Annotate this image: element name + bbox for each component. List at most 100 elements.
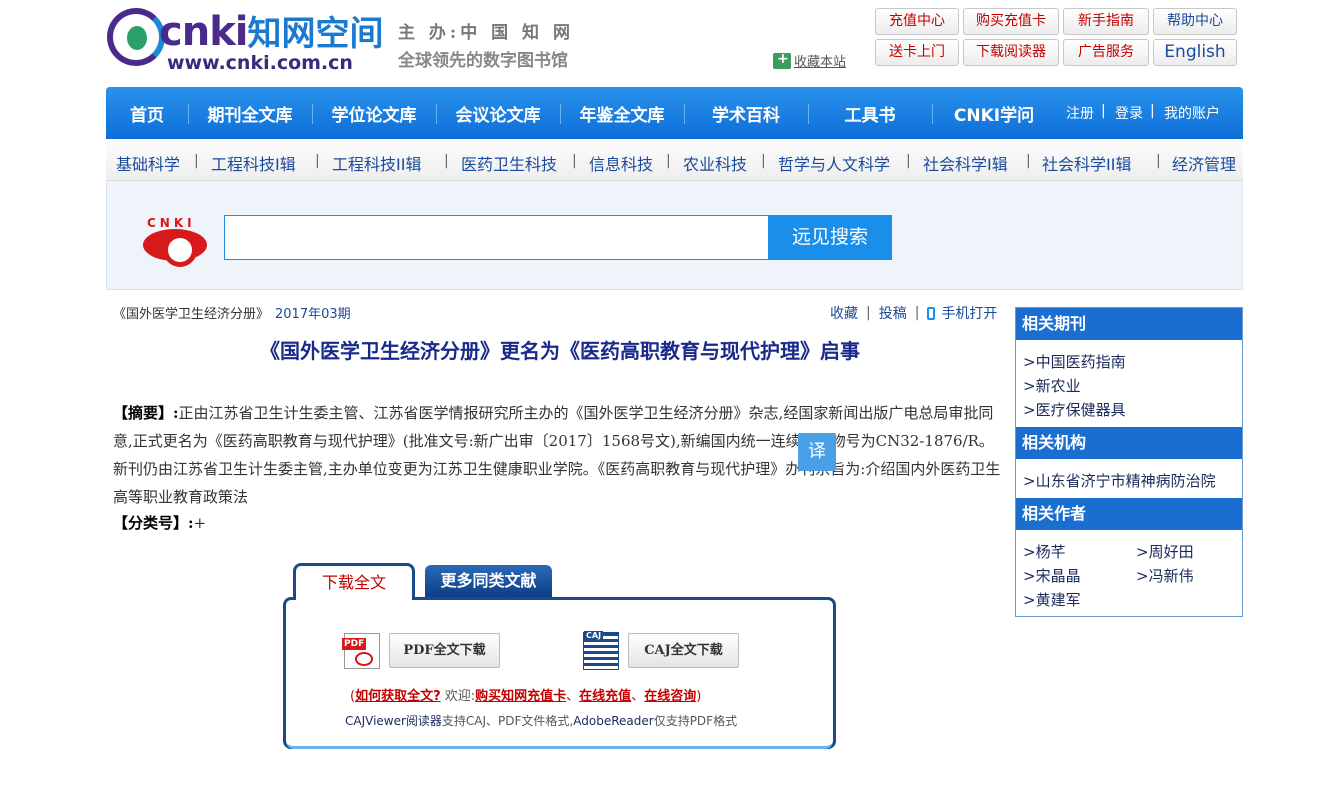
pdf-download-button[interactable]: PDF全文下载 bbox=[389, 633, 500, 668]
phone-icon bbox=[927, 306, 936, 320]
reader-info: CAJViewer阅读器支持CAJ、PDF文件格式,AdobeReader仅支持… bbox=[345, 712, 737, 729]
related-author-item[interactable]: >宋晶晶 bbox=[1023, 565, 1081, 586]
subnav-divider: | bbox=[315, 153, 320, 169]
caj-icon bbox=[583, 631, 619, 670]
subnav-item-humanities[interactable]: 哲学与人文科学 bbox=[778, 151, 890, 175]
abstract: 【摘要】:正由江苏省卫生计生委主管、江苏省医学情报研究所主办的《国外医学卫生经济… bbox=[113, 399, 1001, 511]
nav-item-journals[interactable]: 期刊全文库 bbox=[188, 87, 312, 139]
article-actions: 收藏 | 投稿 | 手机打开 bbox=[830, 303, 997, 323]
related-authors-header: 相关作者 bbox=[1016, 498, 1242, 530]
favorite-site-link[interactable]: 收藏本站 bbox=[773, 51, 846, 70]
buy-card-link[interactable]: 购买知网充值卡 bbox=[475, 689, 566, 704]
page: cnki知网空间 www.cnki.com.cn 主 办:中 国 知 网 全球领… bbox=[0, 0, 1323, 792]
translate-button[interactable]: 译 bbox=[798, 433, 836, 471]
submit-link[interactable]: 投稿 bbox=[879, 303, 907, 323]
journal-link[interactable]: 《国外医学卫生经济分册》 bbox=[113, 307, 269, 322]
related-sidebar: 相关期刊 >中国医药指南 >新农业 >医疗保健器具 相关机构 >山东省济宁市精神… bbox=[1015, 307, 1243, 617]
nav-item-cnki-xuewen[interactable]: CNKI学问 bbox=[932, 87, 1056, 139]
my-account-link[interactable]: 我的账户 bbox=[1164, 103, 1220, 123]
subnav-item-economics[interactable]: 经济管理 bbox=[1172, 151, 1236, 175]
online-consult-link[interactable]: 在线咨询 bbox=[644, 689, 696, 704]
cajviewer-link[interactable]: CAJViewer阅读器 bbox=[345, 714, 442, 728]
logo-brand: cnki知网空间 bbox=[159, 6, 384, 55]
subnav-item-social-1[interactable]: 社会科学I辑 bbox=[923, 151, 1008, 175]
subnav-divider: | bbox=[444, 153, 449, 169]
nav-account-divider: | bbox=[1150, 103, 1155, 119]
sep-1: 、 bbox=[566, 689, 580, 704]
globe-icon bbox=[107, 8, 165, 66]
breadcrumb: 《国外医学卫生经济分册》 2017年03期 bbox=[113, 303, 351, 322]
slogan-text: 全球领先的数字图书馆 bbox=[398, 51, 568, 71]
eye-logo-text: CNKI bbox=[147, 216, 196, 230]
related-author-item[interactable]: >冯新伟 bbox=[1136, 565, 1194, 586]
caj-download-button[interactable]: CAJ全文下载 bbox=[628, 633, 739, 668]
nav-account-divider: | bbox=[1101, 103, 1106, 119]
related-journals-header: 相关期刊 bbox=[1016, 308, 1242, 340]
sep-2: 、 bbox=[631, 689, 645, 704]
tab-more-similar[interactable]: 更多同类文献 bbox=[425, 565, 552, 597]
fulltext-help: (如何获取全文? 欢迎:购买知网充值卡、在线充值、在线咨询) bbox=[350, 685, 701, 704]
logo-brand-latin: cnki bbox=[159, 9, 248, 55]
abstract-text: 正由江苏省卫生计生委主管、江苏省医学情报研究所主办的《国外医学卫生经济分册》杂志… bbox=[113, 404, 1001, 506]
welcome-text: 欢迎: bbox=[440, 689, 476, 704]
article-title: 《国外医学卫生经济分册》更名为《医药高职教育与现代护理》启事 bbox=[260, 339, 860, 363]
category-subnav: 基础科学 | 工程科技I辑 | 工程科技II辑 | 医药卫生科技 | 信息科技 … bbox=[106, 139, 1243, 181]
related-journal-item[interactable]: >中国医药指南 bbox=[1023, 351, 1126, 372]
subnav-item-agriculture[interactable]: 农业科技 bbox=[683, 151, 747, 175]
cnki-eye-icon: CNKI bbox=[140, 216, 210, 267]
download-reader-button[interactable]: 下载阅读器 bbox=[963, 39, 1059, 66]
related-author-item[interactable]: >黄建军 bbox=[1023, 589, 1081, 610]
nav-item-reference-books[interactable]: 工具书 bbox=[808, 87, 932, 139]
eye-lens bbox=[143, 229, 207, 267]
subnav-divider: | bbox=[572, 153, 577, 169]
cnki-logo[interactable]: cnki知网空间 www.cnki.com.cn bbox=[107, 6, 387, 74]
subnav-item-engineering-1[interactable]: 工程科技I辑 bbox=[211, 151, 296, 175]
tab-download-fulltext[interactable]: 下载全文 bbox=[293, 563, 415, 600]
register-link[interactable]: 注册 bbox=[1066, 103, 1094, 123]
subnav-divider: | bbox=[761, 153, 766, 169]
related-author-item[interactable]: >杨芊 bbox=[1023, 541, 1066, 562]
bookmark-icon bbox=[773, 51, 791, 69]
pdf-icon bbox=[342, 633, 380, 669]
card-delivery-button[interactable]: 送卡上门 bbox=[875, 39, 959, 66]
issue-link[interactable]: 2017年03期 bbox=[275, 307, 351, 322]
search-button[interactable]: 远见搜索 bbox=[768, 215, 892, 260]
subnav-item-social-2[interactable]: 社会科学II辑 bbox=[1042, 151, 1131, 175]
related-org-item[interactable]: >山东省济宁市精神病防治院 bbox=[1023, 470, 1216, 491]
paren-close: ) bbox=[696, 689, 702, 704]
english-button[interactable]: English bbox=[1153, 39, 1237, 66]
top-button-group: 充值中心 购买充值卡 新手指南 帮助中心 送卡上门 下载阅读器 广告服务 Eng… bbox=[875, 8, 1237, 66]
subnav-item-basic-science[interactable]: 基础科学 bbox=[116, 151, 180, 175]
adobereader-link[interactable]: AdobeReader bbox=[573, 714, 653, 728]
nav-item-theses[interactable]: 学位论文库 bbox=[312, 87, 436, 139]
subnav-divider: | bbox=[1026, 153, 1031, 169]
nav-item-conferences[interactable]: 会议论文库 bbox=[436, 87, 560, 139]
classification-label: 【分类号】: bbox=[113, 514, 194, 532]
online-recharge-link[interactable]: 在线充值 bbox=[579, 689, 631, 704]
nav-item-home[interactable]: 首页 bbox=[106, 87, 188, 139]
collect-link[interactable]: 收藏 bbox=[830, 303, 858, 323]
subnav-divider: | bbox=[666, 153, 671, 169]
action-divider: | bbox=[866, 305, 871, 321]
reader-info-mid: 支持CAJ、PDF文件格式, bbox=[441, 714, 574, 728]
classification: 【分类号】:+ bbox=[113, 512, 206, 533]
how-to-get-link[interactable]: 如何获取全文? bbox=[355, 689, 441, 704]
related-journal-item[interactable]: >新农业 bbox=[1023, 375, 1081, 396]
ad-service-button[interactable]: 广告服务 bbox=[1063, 39, 1149, 66]
search-input[interactable] bbox=[224, 215, 770, 260]
related-author-item[interactable]: >周好田 bbox=[1136, 541, 1194, 562]
login-link[interactable]: 登录 bbox=[1115, 103, 1143, 123]
logo-brand-cn: 知网空间 bbox=[247, 14, 384, 54]
subnav-item-medicine[interactable]: 医药卫生科技 bbox=[461, 151, 557, 175]
help-center-button[interactable]: 帮助中心 bbox=[1153, 8, 1237, 35]
nav-item-yearbooks[interactable]: 年鉴全文库 bbox=[560, 87, 684, 139]
beginner-guide-button[interactable]: 新手指南 bbox=[1063, 8, 1149, 35]
buy-card-button[interactable]: 购买充值卡 bbox=[963, 8, 1059, 35]
nav-item-encyclopedia[interactable]: 学术百科 bbox=[684, 87, 808, 139]
favorite-label: 收藏本站 bbox=[794, 55, 847, 70]
subnav-item-information[interactable]: 信息科技 bbox=[589, 151, 653, 175]
mobile-open-link[interactable]: 手机打开 bbox=[941, 303, 997, 323]
subnav-item-engineering-2[interactable]: 工程科技II辑 bbox=[332, 151, 421, 175]
recharge-center-button[interactable]: 充值中心 bbox=[875, 8, 959, 35]
related-journal-item[interactable]: >医疗保健器具 bbox=[1023, 399, 1126, 420]
